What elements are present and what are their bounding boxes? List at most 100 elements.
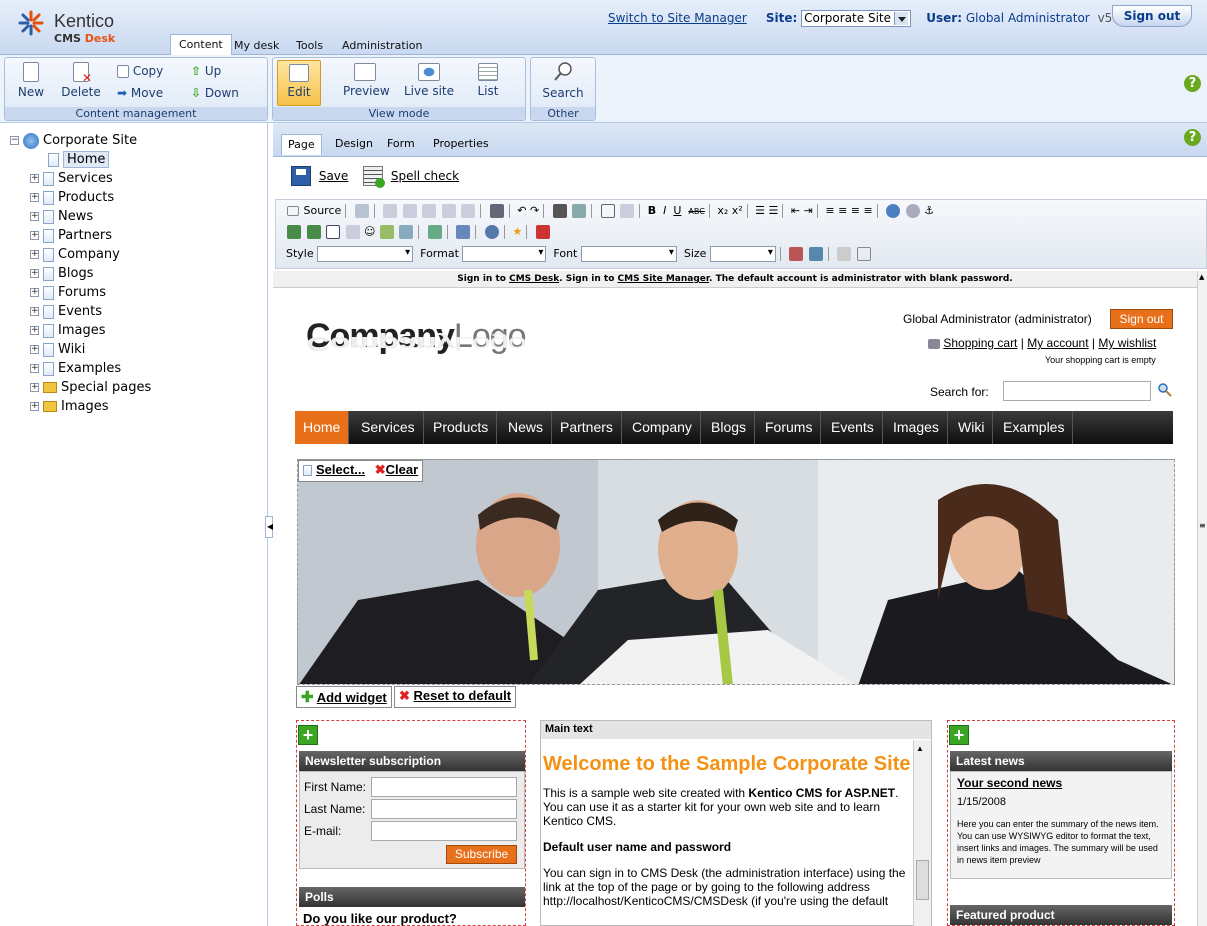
find-icon[interactable]	[552, 204, 567, 218]
insert-widget-icon[interactable]	[427, 225, 442, 239]
add-widget-button[interactable]: ✚ Add widget	[296, 686, 392, 708]
menu-item-images[interactable]: Images	[885, 411, 948, 444]
tree-item-images-folder[interactable]: + Images	[30, 397, 109, 416]
undo-icon[interactable]: ↶	[517, 204, 526, 217]
tree-item-blogs[interactable]: + Blogs	[30, 264, 94, 283]
menu-item-services[interactable]: Services	[353, 411, 424, 444]
delete-button[interactable]: ✕ Delete	[59, 62, 103, 99]
tab-content[interactable]: Content	[170, 34, 232, 55]
paste-word-icon[interactable]	[461, 204, 476, 218]
quick-image-icon[interactable]	[306, 225, 321, 239]
preview-scrollbar[interactable]: ▲ ≡	[1197, 271, 1207, 926]
tree-item-partners[interactable]: + Partners	[30, 226, 112, 245]
copy-icon[interactable]	[402, 204, 417, 218]
menu-item-company[interactable]: Company	[624, 411, 701, 444]
page-break-icon[interactable]	[399, 225, 414, 239]
down-button[interactable]: ⇩ Down	[191, 86, 239, 100]
superscript-icon[interactable]: x²	[732, 204, 743, 217]
numbered-list-icon[interactable]: ☰	[755, 204, 765, 217]
main-text-editor[interactable]: Welcome to the Sample Corporate Site Thi…	[541, 740, 913, 926]
menu-item-examples[interactable]: Examples	[995, 411, 1074, 444]
star-icon[interactable]: ★	[512, 225, 522, 238]
background-color-icon[interactable]	[808, 247, 823, 261]
subscribe-button[interactable]: Subscribe	[446, 845, 517, 864]
add-widget-plus-icon[interactable]: +	[949, 725, 969, 745]
save-button[interactable]: Save	[291, 166, 348, 186]
unlink-icon[interactable]	[905, 204, 920, 218]
add-widget-plus-icon[interactable]: +	[298, 725, 318, 745]
show-blocks-icon[interactable]	[856, 247, 871, 261]
tab-tools[interactable]: Tools	[288, 36, 331, 55]
tree-item-wiki[interactable]: + Wiki	[30, 340, 85, 359]
tree-item-special-pages[interactable]: + Special pages	[30, 378, 151, 397]
scroll-up-icon[interactable]: ▲	[1199, 273, 1204, 281]
collapse-icon[interactable]: −	[10, 136, 19, 145]
smiley-icon[interactable]: ☺	[364, 225, 375, 238]
preview-button[interactable]: Preview	[343, 63, 390, 98]
tree-item-forums[interactable]: + Forums	[30, 283, 106, 302]
help-icon[interactable]: ?	[1184, 75, 1201, 92]
scroll-thumb[interactable]	[916, 860, 929, 900]
menu-item-forums[interactable]: Forums	[757, 411, 822, 444]
tab-design[interactable]: Design	[329, 134, 379, 155]
tree-item-company[interactable]: + Company	[30, 245, 120, 264]
menu-item-home[interactable]: Home	[295, 411, 350, 444]
shopping-cart-link[interactable]: Shopping cart	[943, 336, 1017, 350]
bulleted-list-icon[interactable]: ☰	[769, 204, 779, 217]
font-select[interactable]	[580, 246, 677, 262]
redo-icon[interactable]: ↷	[530, 204, 539, 217]
align-right-icon[interactable]: ≡	[851, 204, 860, 217]
preview-icon[interactable]	[354, 204, 369, 218]
justify-icon[interactable]: ≡	[864, 204, 873, 217]
tab-page[interactable]: Page	[281, 134, 322, 155]
tab-properties[interactable]: Properties	[427, 134, 495, 155]
search-button[interactable]: Search	[539, 61, 587, 100]
site-sign-out-button[interactable]: Sign out	[1110, 309, 1173, 329]
tab-administration[interactable]: Administration	[334, 36, 431, 55]
style-select[interactable]	[317, 246, 414, 262]
text-color-icon[interactable]	[789, 247, 804, 261]
remove-format-icon[interactable]	[620, 204, 635, 218]
new-button[interactable]: New	[17, 62, 45, 99]
bold-icon[interactable]: B	[648, 204, 656, 217]
table-icon[interactable]	[326, 225, 340, 239]
indent-icon[interactable]: ⇥	[804, 204, 813, 217]
collapse-panel-handle[interactable]: ◀	[265, 516, 273, 538]
strikethrough-icon[interactable]: ABC	[688, 207, 704, 216]
my-account-link[interactable]: My account	[1027, 336, 1088, 350]
news-title-link[interactable]: Your second news	[957, 776, 1165, 790]
list-button[interactable]: List	[473, 63, 503, 98]
align-center-icon[interactable]: ≡	[838, 204, 847, 217]
paste-text-icon[interactable]	[441, 204, 456, 218]
size-select[interactable]	[709, 246, 776, 262]
clear-button[interactable]: Clear	[386, 462, 419, 477]
scroll-grip[interactable]: ≡	[1199, 521, 1206, 530]
paste-icon[interactable]	[422, 204, 437, 218]
tree-item-services[interactable]: + Services	[30, 169, 113, 188]
maximize-icon[interactable]	[837, 247, 852, 261]
copy-button[interactable]: Copy	[117, 64, 163, 78]
format-select[interactable]	[462, 246, 547, 262]
site-select[interactable]: Corporate Site	[801, 10, 911, 27]
edit-button[interactable]: Edit	[277, 60, 321, 106]
tree-item-products[interactable]: + Products	[30, 188, 114, 207]
media-icon[interactable]	[484, 225, 499, 239]
menu-item-wiki[interactable]: Wiki	[950, 411, 994, 444]
tree-item-events[interactable]: + Events	[30, 302, 102, 321]
tree-item-examples[interactable]: + Examples	[30, 359, 121, 378]
sign-out-button[interactable]: Sign out	[1112, 5, 1192, 27]
menu-item-news[interactable]: News	[500, 411, 553, 444]
site-search-input[interactable]	[1003, 381, 1151, 401]
replace-icon[interactable]	[572, 204, 587, 218]
tab-form[interactable]: Form	[381, 134, 421, 155]
link-icon[interactable]	[886, 204, 901, 218]
print-icon[interactable]	[489, 204, 504, 218]
select-all-icon[interactable]	[600, 204, 615, 218]
first-name-input[interactable]	[371, 777, 517, 797]
main-text-scrollbar[interactable]: ▲	[913, 740, 931, 926]
my-wishlist-link[interactable]: My wishlist	[1098, 336, 1156, 350]
reset-to-default-button[interactable]: ✖ Reset to default	[394, 686, 517, 708]
outdent-icon[interactable]: ⇤	[791, 204, 800, 217]
menu-item-events[interactable]: Events	[823, 411, 883, 444]
italic-icon[interactable]: I	[663, 204, 666, 217]
